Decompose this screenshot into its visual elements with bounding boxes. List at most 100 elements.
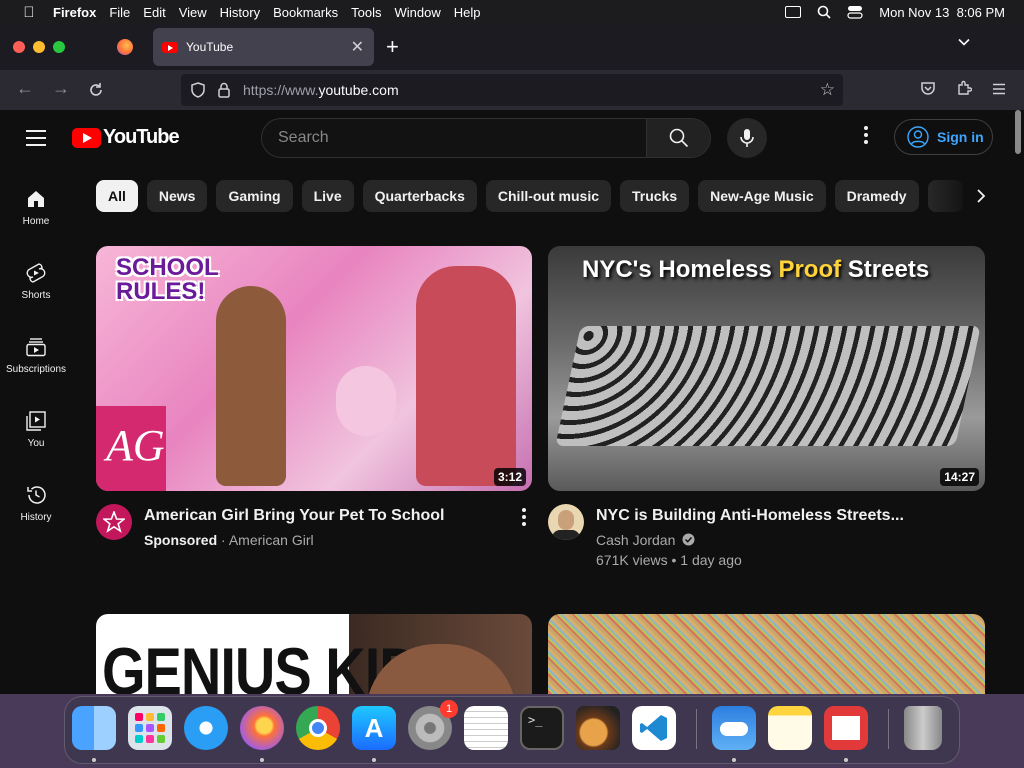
channel-avatar[interactable]	[548, 504, 584, 540]
terminal-icon[interactable]: >_	[520, 706, 564, 750]
safari-icon[interactable]	[184, 706, 228, 750]
video-thumbnail[interactable]: NYC's Homeless Proof Streets 14:27	[548, 246, 985, 491]
guide-menu-icon[interactable]	[26, 130, 46, 151]
trash-icon[interactable]	[904, 706, 942, 750]
search-box	[261, 118, 711, 158]
star-icon	[103, 511, 125, 533]
guide-item-subscriptions[interactable]: Subscriptions	[0, 328, 72, 402]
search-icon[interactable]	[817, 5, 831, 19]
hamburger-menu-icon[interactable]	[992, 83, 1006, 95]
chip-news[interactable]: News	[146, 180, 208, 212]
scrollbar-thumb[interactable]	[1015, 110, 1021, 154]
menu-edit[interactable]: Edit	[143, 5, 165, 20]
menu-history[interactable]: History	[220, 5, 260, 20]
extensions-icon[interactable]	[956, 80, 972, 96]
chevron-down-icon[interactable]	[958, 36, 970, 48]
menu-view[interactable]: View	[179, 5, 207, 20]
shield-icon[interactable]	[191, 82, 205, 98]
chip-dramedy[interactable]: Dramedy	[834, 180, 919, 212]
video-title[interactable]: NYC is Building Anti-Homeless Streets...	[596, 507, 904, 525]
menu-window[interactable]: Window	[395, 5, 441, 20]
reload-icon[interactable]	[88, 82, 104, 98]
notes-icon[interactable]	[768, 706, 812, 750]
search-button[interactable]	[646, 119, 710, 157]
chevron-right-icon[interactable]	[973, 188, 989, 204]
video-thumbnail[interactable]: GENIUS KID	[96, 614, 532, 694]
video-channel-line: Cash Jordan	[596, 532, 695, 548]
forward-arrow-icon[interactable]: →	[52, 78, 70, 99]
running-indicator	[260, 758, 264, 762]
menu-bookmarks[interactable]: Bookmarks	[273, 5, 338, 20]
settings-kebab-icon[interactable]	[857, 126, 875, 150]
thumbnail-caption: NYC's Homeless Proof Streets	[582, 256, 929, 284]
chrome-icon[interactable]	[296, 706, 340, 750]
menu-clock[interactable]: Mon Nov 13 8:06 PM	[879, 5, 1005, 20]
control-center-icon[interactable]	[847, 5, 863, 19]
finder-icon[interactable]	[72, 706, 116, 750]
chip-new-age-music[interactable]: New-Age Music	[698, 180, 826, 212]
guide-item-shorts[interactable]: Shorts	[0, 254, 72, 328]
video-byline: Sponsored · American Girl	[144, 532, 314, 548]
chip-gaming[interactable]: Gaming	[216, 180, 293, 212]
vscode-icon[interactable]	[632, 706, 676, 750]
vscode-logo	[640, 715, 667, 741]
video-thumbnail[interactable]: AG SCHOOL RULES! 3:12	[96, 246, 532, 491]
url-bar[interactable]: https://www.youtube.com ☆	[181, 74, 843, 106]
minimize-window-button[interactable]	[33, 41, 45, 53]
sign-in-button[interactable]: Sign in	[894, 119, 993, 155]
channel-avatar[interactable]	[96, 504, 132, 540]
notification-badge: 1	[440, 700, 458, 718]
chrome-center	[309, 719, 327, 737]
chip-chill-out-music[interactable]: Chill-out music	[485, 180, 612, 212]
new-tab-button[interactable]: +	[386, 34, 399, 60]
menu-file[interactable]: File	[109, 5, 130, 20]
launchpad-icon[interactable]	[128, 706, 172, 750]
bookmark-star-icon[interactable]: ☆	[820, 80, 835, 100]
guide-item-history[interactable]: History	[0, 476, 72, 550]
caption-part: NYC's Homeless	[582, 256, 779, 283]
chip-trucks[interactable]: Trucks	[620, 180, 690, 212]
youtube-play-icon	[72, 127, 101, 148]
system-settings-icon[interactable]: 1	[408, 700, 458, 750]
menu-tools[interactable]: Tools	[351, 5, 381, 20]
youtube-logo[interactable]: YouTube	[72, 126, 180, 149]
guide-item-you[interactable]: You	[0, 402, 72, 476]
avatar-shirt	[552, 530, 580, 540]
chip-quarterbacks[interactable]: Quarterbacks	[362, 180, 477, 212]
search-input[interactable]	[262, 119, 646, 157]
firefox-view-icon[interactable]	[117, 39, 133, 55]
guide-label-you: You	[27, 438, 45, 449]
display-icon[interactable]	[785, 6, 802, 18]
subscriptions-icon	[26, 338, 46, 357]
chip-all[interactable]: All	[96, 180, 138, 212]
guide-item-home[interactable]: Home	[0, 180, 72, 254]
pocket-icon[interactable]	[920, 80, 936, 96]
tab-youtube[interactable]: YouTube ✕	[153, 28, 374, 66]
garageband-icon[interactable]	[576, 706, 620, 750]
lock-icon[interactable]	[218, 82, 230, 98]
textedit-icon[interactable]	[464, 706, 508, 750]
menu-app-name[interactable]: Firefox	[53, 5, 96, 20]
back-arrow-icon[interactable]: ←	[16, 78, 34, 99]
zoom-window-button[interactable]	[53, 41, 65, 53]
thumbnail-caption: SCHOOL RULES!	[116, 254, 219, 305]
photo-booth-icon[interactable]	[824, 706, 868, 750]
apple-icon[interactable]: 	[17, 4, 41, 21]
channel-name[interactable]: American Girl	[229, 532, 314, 548]
close-tab-icon[interactable]: ✕	[351, 37, 364, 57]
close-window-button[interactable]	[13, 41, 25, 53]
avatar-face	[558, 510, 574, 530]
video-kebab-icon[interactable]	[515, 508, 533, 532]
voice-search-button[interactable]	[727, 118, 767, 158]
menu-help[interactable]: Help	[454, 5, 481, 20]
firefox-icon[interactable]	[240, 706, 284, 750]
verified-icon	[682, 533, 695, 546]
video-title[interactable]: American Girl Bring Your Pet To School	[144, 507, 445, 525]
page-scrollbar[interactable]	[1012, 110, 1024, 694]
photo-frame	[832, 716, 860, 740]
channel-name[interactable]: Cash Jordan	[596, 532, 675, 548]
weather-icon[interactable]	[712, 706, 756, 750]
video-thumbnail[interactable]	[548, 614, 985, 694]
app-store-icon[interactable]: A	[352, 706, 396, 750]
chip-live[interactable]: Live	[301, 180, 354, 212]
